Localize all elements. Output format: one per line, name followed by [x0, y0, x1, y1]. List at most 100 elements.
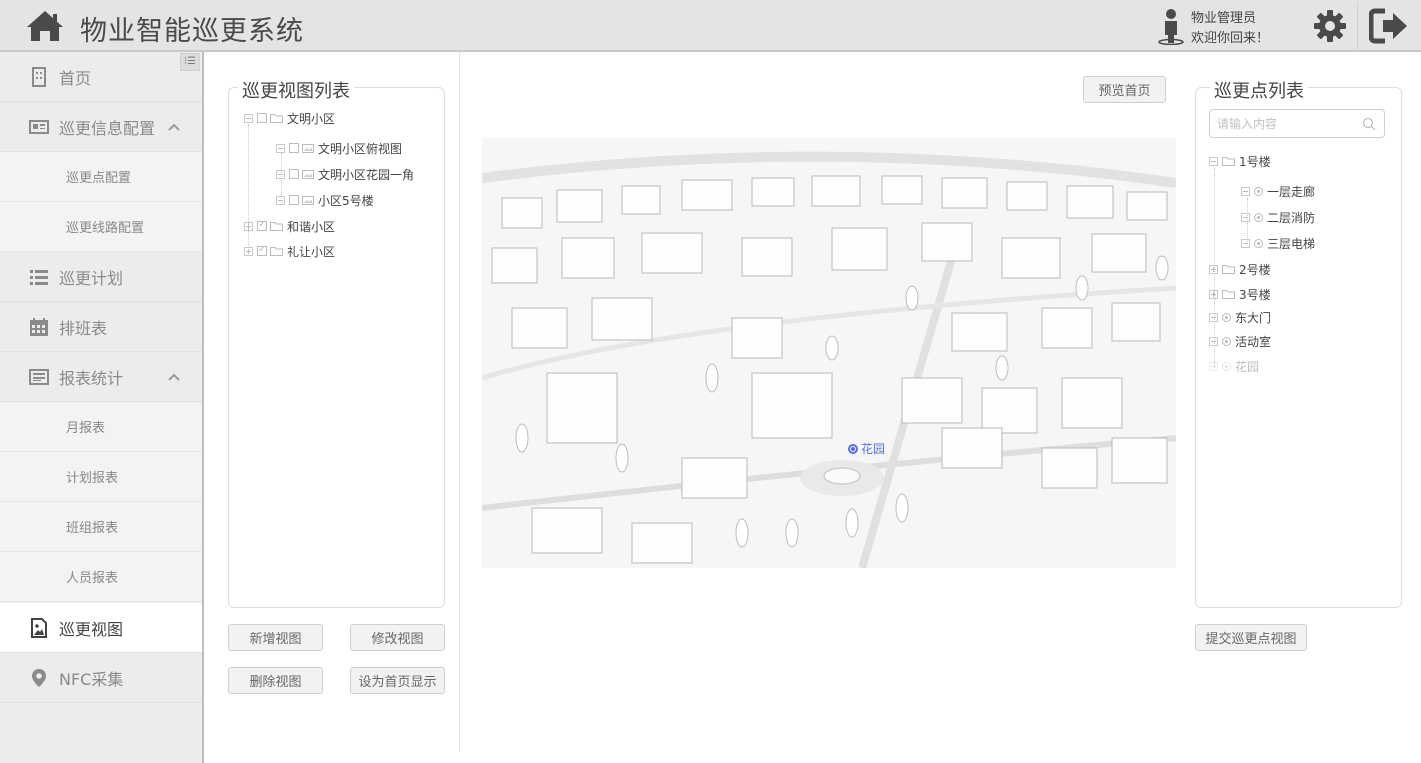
patrol-point-marker[interactable]: 花园 — [848, 440, 885, 457]
point-search[interactable] — [1209, 109, 1385, 138]
sidebar-subitem-label: 巡更线路配置 — [66, 221, 145, 236]
tree-node[interactable]: 一层走廊 — [1241, 181, 1315, 201]
image-icon — [302, 169, 314, 179]
sidebar-item-patrol-plan[interactable]: 巡更计划 — [0, 252, 202, 302]
logout-button[interactable] — [1367, 6, 1411, 46]
card-icon — [29, 120, 49, 134]
target-icon — [1222, 361, 1231, 371]
tree-node[interactable]: 文明小区 — [244, 108, 335, 128]
target-icon — [1222, 336, 1231, 346]
image-icon — [302, 143, 314, 153]
home-icon[interactable] — [25, 9, 65, 43]
tree-checkbox[interactable] — [289, 169, 299, 179]
tree-checkbox[interactable] — [257, 113, 267, 123]
sidebar-subitem-label: 计划报表 — [66, 471, 119, 486]
tree-node-label: 一层走廊 — [1267, 184, 1316, 199]
collapse-toggle[interactable] — [276, 143, 285, 153]
sidebar-subitem-staff-report[interactable]: 人员报表 — [0, 552, 202, 602]
point-search-input[interactable] — [1210, 110, 1350, 137]
sidebar-item-label: NFC采集 — [59, 669, 124, 689]
city-sketch-image — [482, 138, 1176, 568]
tree-node[interactable]: 1号楼 — [1209, 151, 1271, 171]
patrol-view-image[interactable] — [482, 138, 1176, 568]
submit-points-button[interactable]: 提交巡更点视图 — [1195, 624, 1307, 651]
tree-node[interactable]: 文明小区俯视图 — [276, 138, 402, 158]
collapse-toggle[interactable] — [1241, 212, 1250, 222]
sidebar-item-schedule[interactable]: 排班表 — [0, 302, 202, 352]
tree-node-label: 三层电梯 — [1267, 236, 1316, 251]
image-icon — [31, 618, 47, 638]
logout-icon — [1369, 8, 1407, 44]
sidebar-subitem-team-report[interactable]: 班组报表 — [0, 502, 202, 552]
tree-checkbox[interactable] — [257, 219, 267, 231]
sidebar-subitem-label: 班组报表 — [66, 521, 119, 536]
folder-icon — [1222, 289, 1235, 299]
tree-node[interactable]: 三层电梯 — [1241, 233, 1315, 253]
tree-checkbox[interactable] — [289, 195, 299, 205]
delete-view-button[interactable]: 删除视图 — [228, 667, 323, 694]
user-greeting: 欢迎你回来！ — [1191, 31, 1270, 46]
list-icon — [30, 270, 48, 285]
sidebar-item-nfc[interactable]: NFC采集 — [0, 653, 202, 703]
sidebar-subitem-label: 月报表 — [66, 421, 106, 436]
collapse-toggle[interactable] — [276, 195, 285, 205]
collapse-toggle[interactable] — [1209, 312, 1218, 322]
tree-node[interactable]: 和谐小区 — [244, 216, 335, 236]
image-icon — [302, 195, 314, 205]
collapse-toggle[interactable] — [1241, 238, 1250, 248]
tree-node-label: 花园 — [1235, 359, 1260, 374]
folder-icon — [270, 246, 283, 256]
preview-home-button[interactable]: 预览首页 — [1083, 76, 1166, 103]
target-icon — [1254, 238, 1263, 248]
gear-icon — [1314, 10, 1346, 42]
sidebar-item-label: 巡更视图 — [59, 619, 124, 639]
tree-node[interactable]: 活动室 — [1209, 331, 1271, 351]
report-icon — [29, 369, 49, 385]
sidebar: ⁝☰ 首页 巡更信息配置 巡更点配置 巡更线路配置 巡更计划 排班表 报表统计 … — [0, 52, 202, 763]
collapse-toggle[interactable] — [244, 113, 253, 123]
expand-toggle[interactable] — [244, 221, 253, 231]
tree-node[interactable]: 小区5号楼 — [276, 190, 374, 210]
edit-view-button[interactable]: 修改视图 — [350, 624, 445, 651]
expand-toggle[interactable] — [1209, 289, 1218, 299]
tree-node[interactable]: 东大门 — [1209, 307, 1271, 327]
tree-node[interactable]: 礼让小区 — [244, 241, 335, 261]
search-icon[interactable] — [1362, 117, 1376, 131]
collapse-toggle[interactable] — [1209, 156, 1218, 166]
chevron-up-icon — [168, 123, 180, 131]
tree-node[interactable]: 文明小区花园一角 — [276, 164, 414, 184]
target-icon — [1254, 186, 1263, 196]
collapse-toggle[interactable] — [1241, 186, 1250, 196]
add-view-button[interactable]: 新增视图 — [228, 624, 323, 651]
tree-checkbox[interactable] — [289, 143, 299, 153]
sidebar-subitem-monthly-report[interactable]: 月报表 — [0, 402, 202, 452]
tree-node-disabled: 花园 — [1209, 356, 1259, 376]
expand-toggle[interactable] — [1209, 264, 1218, 274]
sidebar-item-reports[interactable]: 报表统计 — [0, 352, 202, 402]
collapse-toggle[interactable] — [1209, 336, 1218, 346]
tree-checkbox[interactable] — [257, 244, 267, 256]
point-list-title: 巡更点列表 — [1210, 77, 1308, 103]
sidebar-subitem-patrol-points[interactable]: 巡更点配置 — [0, 152, 202, 202]
sidebar-item-home[interactable]: 首页 — [0, 52, 202, 102]
folder-icon — [270, 113, 283, 123]
folder-icon — [1222, 264, 1235, 274]
sidebar-subitem-patrol-routes[interactable]: 巡更线路配置 — [0, 202, 202, 252]
expand-toggle[interactable] — [244, 246, 253, 256]
collapse-toggle[interactable] — [276, 169, 285, 179]
sidebar-subitem-plan-report[interactable]: 计划报表 — [0, 452, 202, 502]
chevron-up-icon — [168, 373, 180, 381]
tree-node[interactable]: 3号楼 — [1209, 284, 1271, 304]
collapse-toggle — [1209, 361, 1218, 371]
tree-node-label: 文明小区花园一角 — [318, 167, 415, 182]
sidebar-item-patrol-config[interactable]: 巡更信息配置 — [0, 102, 202, 152]
tree-node[interactable]: 2号楼 — [1209, 259, 1271, 279]
settings-button[interactable] — [1310, 6, 1350, 46]
calendar-icon — [30, 318, 48, 336]
patrol-point-marker-label: 花园 — [861, 442, 886, 456]
tree-node[interactable]: 二层消防 — [1241, 207, 1315, 227]
set-home-button[interactable]: 设为首页显示 — [350, 667, 445, 694]
sidebar-item-patrol-view[interactable]: 巡更视图 — [0, 603, 202, 653]
tree-node-label: 活动室 — [1235, 334, 1272, 349]
tree-node-label: 和谐小区 — [287, 219, 336, 234]
